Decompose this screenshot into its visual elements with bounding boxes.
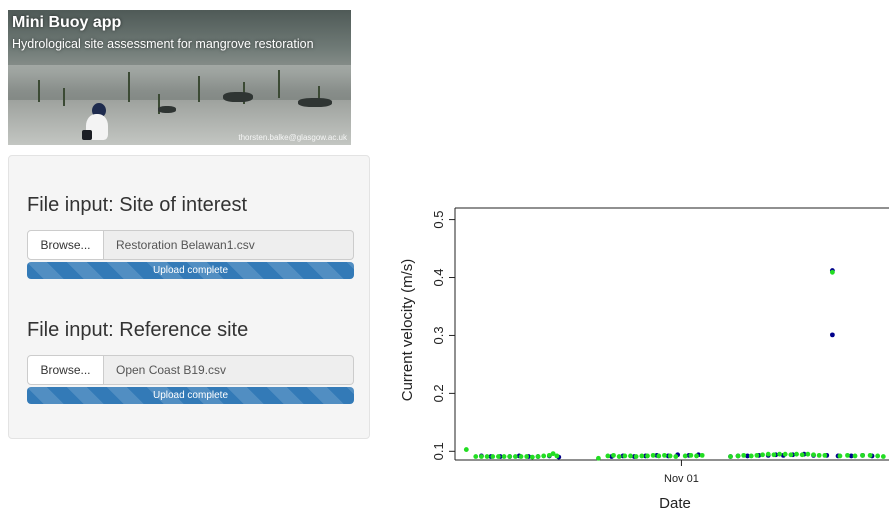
data-point: [656, 453, 662, 459]
data-point: [816, 452, 822, 458]
data-point: [694, 453, 699, 459]
data-point: [554, 453, 560, 459]
banner-sprout: [128, 72, 130, 102]
data-point: [794, 451, 799, 457]
data-point: [771, 452, 777, 458]
site-upload-progress-fill: Upload complete: [152, 265, 229, 276]
banner-sprout: [198, 76, 200, 102]
data-point: [699, 452, 705, 458]
data-point: [867, 452, 873, 458]
data-point: [496, 454, 501, 459]
data-point: [463, 447, 469, 452]
input-panel: File input: Site of interest Browse... R…: [8, 155, 370, 439]
y-tick-label: 0.5: [431, 211, 446, 229]
data-point: [735, 453, 741, 459]
data-point: [524, 454, 530, 459]
data-point: [880, 454, 886, 459]
data-point: [479, 454, 484, 459]
data-point: [782, 451, 788, 457]
data-point: [799, 452, 805, 458]
data-point: [518, 454, 524, 459]
data-point: [777, 451, 782, 457]
banner-log: [158, 106, 176, 113]
data-point: [728, 454, 733, 459]
data-point: [822, 452, 828, 458]
app-title: Mini Buoy app: [12, 14, 122, 31]
data-point: [805, 451, 811, 457]
data-point: [605, 453, 611, 459]
data-point: [765, 451, 771, 457]
data-point: [852, 453, 858, 459]
data-point: [667, 453, 673, 459]
data-point: [639, 453, 645, 459]
reference-file-input: Browse... Open Coast B19.csv: [27, 355, 354, 385]
data-point: [484, 454, 490, 459]
data-point: [860, 452, 865, 458]
data-point: [829, 332, 835, 338]
x-axis-label: Date: [659, 495, 691, 511]
velocity-chart: 0.1 0.2 0.3 0.4 0.5 Nov 01 Current velocity (…: [393, 200, 891, 511]
data-point: [650, 452, 656, 458]
data-point: [529, 454, 535, 460]
reference-file-name-field[interactable]: Open Coast B19.csv: [104, 355, 354, 385]
data-point: [501, 454, 507, 459]
data-point: [633, 454, 639, 459]
y-axis-label: Current velocity (m/s): [399, 259, 416, 402]
banner-log: [223, 92, 253, 102]
x-tick-label: Nov 01: [664, 473, 699, 485]
data-point: [837, 453, 843, 459]
data-point: [535, 454, 541, 459]
data-point: [741, 452, 747, 458]
data-point: [875, 453, 881, 459]
site-file-name-field[interactable]: Restoration Belawan1.csv: [104, 230, 354, 260]
data-point: [811, 452, 816, 458]
y-tick-label: 0.4: [431, 268, 446, 286]
data-point: [512, 454, 518, 459]
data-point: [507, 454, 513, 459]
data-point: [845, 452, 850, 458]
data-point: [688, 452, 694, 458]
site-file-input: Browse... Restoration Belawan1.csv: [27, 230, 354, 260]
data-point: [748, 453, 754, 459]
photo-credit: thorsten.balke@glasgow.ac.uk: [238, 133, 347, 142]
data-point: [754, 452, 760, 458]
banner-sprout: [38, 80, 40, 102]
banner-sprout: [278, 70, 280, 98]
banner-sprout: [63, 88, 65, 106]
app-subtitle: Hydrological site assessment for mangrov…: [12, 37, 314, 51]
data-point: [490, 454, 496, 459]
data-point: [541, 453, 547, 459]
reference-upload-progress-fill: Upload complete: [152, 390, 229, 401]
reference-input-label: File input: Reference site: [27, 319, 249, 341]
y-tick-label: 0.3: [431, 326, 446, 344]
data-point: [611, 452, 616, 458]
data-point: [788, 452, 794, 458]
site-upload-progress: Upload complete: [27, 262, 354, 279]
data-point: [628, 453, 633, 459]
banner-person-bag: [82, 130, 92, 140]
reference-upload-progress: Upload complete: [27, 387, 354, 404]
site-input-label: File input: Site of interest: [27, 194, 248, 216]
data-point: [596, 455, 601, 461]
data-point: [622, 453, 628, 459]
data-point: [616, 454, 622, 459]
data-point: [473, 454, 479, 459]
data-point: [673, 454, 679, 459]
banner-log: [298, 98, 332, 107]
y-tick-label: 0.1: [431, 442, 446, 460]
data-point: [829, 269, 835, 275]
y-tick-label: 0.2: [431, 384, 446, 402]
reference-browse-button[interactable]: Browse...: [27, 355, 104, 385]
velocity-chart-svg: 0.1 0.2 0.3 0.4 0.5 Nov 01 Current velocity (…: [399, 207, 889, 511]
data-point: [760, 452, 765, 458]
data-point: [645, 453, 650, 459]
site-browse-button[interactable]: Browse...: [27, 230, 104, 260]
data-point: [662, 452, 667, 458]
data-point: [682, 453, 688, 459]
header-banner: Mini Buoy app Hydrological site assessme…: [8, 10, 351, 145]
